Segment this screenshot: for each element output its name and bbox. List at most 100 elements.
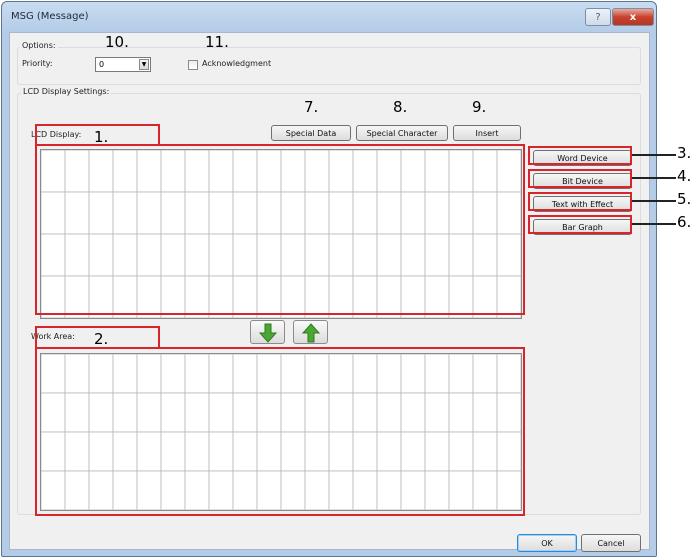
lcd-display-cell[interactable] <box>400 275 426 318</box>
lcd-display-cell[interactable] <box>232 150 258 193</box>
work-area-cell[interactable] <box>136 431 162 472</box>
lcd-display-cell[interactable] <box>280 191 306 235</box>
work-area-cell[interactable] <box>328 354 354 394</box>
work-area-cell[interactable] <box>328 392 354 433</box>
lcd-display-cell[interactable] <box>64 191 90 235</box>
lcd-display-cell[interactable] <box>424 150 450 193</box>
work-area-cell[interactable] <box>256 470 282 510</box>
work-area-cell[interactable] <box>472 470 498 510</box>
lcd-display-cell[interactable] <box>496 275 521 318</box>
work-area-cell[interactable] <box>112 392 138 433</box>
lcd-display-cell[interactable] <box>64 275 90 318</box>
lcd-display-cell[interactable] <box>280 150 306 193</box>
lcd-display-cell[interactable] <box>41 191 66 235</box>
lcd-display-cell[interactable] <box>256 150 282 193</box>
work-area-cell[interactable] <box>41 470 66 510</box>
lcd-display-cell[interactable] <box>184 191 210 235</box>
lcd-display-cell[interactable] <box>41 275 66 318</box>
lcd-display-cell[interactable] <box>64 233 90 277</box>
lcd-display-cell[interactable] <box>328 233 354 277</box>
lcd-display-cell[interactable] <box>232 233 258 277</box>
work-area-cell[interactable] <box>112 354 138 394</box>
work-area-cell[interactable] <box>472 431 498 472</box>
lcd-display-cell[interactable] <box>208 233 234 277</box>
lcd-display-cell[interactable] <box>160 150 186 193</box>
work-area-cell[interactable] <box>424 392 450 433</box>
help-button[interactable]: ? <box>585 8 611 26</box>
lcd-display-cell[interactable] <box>304 275 330 318</box>
lcd-display-cell[interactable] <box>280 275 306 318</box>
work-area-cell[interactable] <box>232 354 258 394</box>
lcd-display-cell[interactable] <box>160 275 186 318</box>
lcd-display-cell[interactable] <box>400 150 426 193</box>
work-area-cell[interactable] <box>160 431 186 472</box>
lcd-display-cell[interactable] <box>376 150 402 193</box>
lcd-display-cell[interactable] <box>184 150 210 193</box>
work-area-cell[interactable] <box>184 470 210 510</box>
work-area-grid[interactable] <box>40 353 522 511</box>
lcd-display-cell[interactable] <box>88 150 114 193</box>
work-area-cell[interactable] <box>280 470 306 510</box>
lcd-display-cell[interactable] <box>400 233 426 277</box>
lcd-display-cell[interactable] <box>88 233 114 277</box>
lcd-display-cell[interactable] <box>112 233 138 277</box>
work-area-cell[interactable] <box>400 470 426 510</box>
lcd-display-cell[interactable] <box>208 275 234 318</box>
lcd-display-cell[interactable] <box>184 233 210 277</box>
work-area-cell[interactable] <box>496 431 521 472</box>
work-area-cell[interactable] <box>184 392 210 433</box>
lcd-display-cell[interactable] <box>448 150 474 193</box>
work-area-cell[interactable] <box>376 354 402 394</box>
work-area-cell[interactable] <box>88 470 114 510</box>
work-area-cell[interactable] <box>184 431 210 472</box>
special-data-button[interactable]: Special Data <box>271 125 351 141</box>
work-area-cell[interactable] <box>400 354 426 394</box>
work-area-cell[interactable] <box>448 392 474 433</box>
lcd-display-cell[interactable] <box>88 275 114 318</box>
lcd-display-cell[interactable] <box>256 233 282 277</box>
lcd-display-cell[interactable] <box>328 150 354 193</box>
lcd-display-cell[interactable] <box>136 150 162 193</box>
work-area-cell[interactable] <box>88 354 114 394</box>
lcd-display-cell[interactable] <box>88 191 114 235</box>
work-area-cell[interactable] <box>472 392 498 433</box>
work-area-cell[interactable] <box>304 392 330 433</box>
work-area-cell[interactable] <box>376 392 402 433</box>
lcd-display-cell[interactable] <box>352 191 378 235</box>
work-area-cell[interactable] <box>424 354 450 394</box>
move-up-button[interactable] <box>293 320 328 344</box>
lcd-display-cell[interactable] <box>208 150 234 193</box>
work-area-cell[interactable] <box>352 470 378 510</box>
work-area-cell[interactable] <box>496 392 521 433</box>
work-area-cell[interactable] <box>208 470 234 510</box>
work-area-cell[interactable] <box>232 392 258 433</box>
acknowledgment-label[interactable]: Acknowledgment <box>200 59 274 68</box>
lcd-display-cell[interactable] <box>376 233 402 277</box>
special-character-button[interactable]: Special Character <box>356 125 448 141</box>
bar-graph-button[interactable]: Bar Graph <box>533 219 632 235</box>
work-area-cell[interactable] <box>400 392 426 433</box>
insert-button[interactable]: Insert <box>453 125 521 141</box>
work-area-cell[interactable] <box>184 354 210 394</box>
lcd-display-cell[interactable] <box>472 275 498 318</box>
bit-device-button[interactable]: Bit Device <box>533 173 632 189</box>
work-area-cell[interactable] <box>136 354 162 394</box>
lcd-display-cell[interactable] <box>496 191 521 235</box>
work-area-cell[interactable] <box>304 431 330 472</box>
work-area-cell[interactable] <box>304 470 330 510</box>
lcd-display-cell[interactable] <box>208 191 234 235</box>
work-area-cell[interactable] <box>280 431 306 472</box>
work-area-cell[interactable] <box>112 431 138 472</box>
work-area-cell[interactable] <box>352 431 378 472</box>
work-area-cell[interactable] <box>160 470 186 510</box>
work-area-cell[interactable] <box>376 431 402 472</box>
work-area-cell[interactable] <box>41 392 66 433</box>
work-area-cell[interactable] <box>41 431 66 472</box>
work-area-cell[interactable] <box>256 392 282 433</box>
lcd-display-cell[interactable] <box>160 233 186 277</box>
lcd-display-cell[interactable] <box>352 275 378 318</box>
work-area-cell[interactable] <box>472 354 498 394</box>
lcd-display-cell[interactable] <box>328 275 354 318</box>
lcd-display-cell[interactable] <box>41 233 66 277</box>
work-area-cell[interactable] <box>256 431 282 472</box>
